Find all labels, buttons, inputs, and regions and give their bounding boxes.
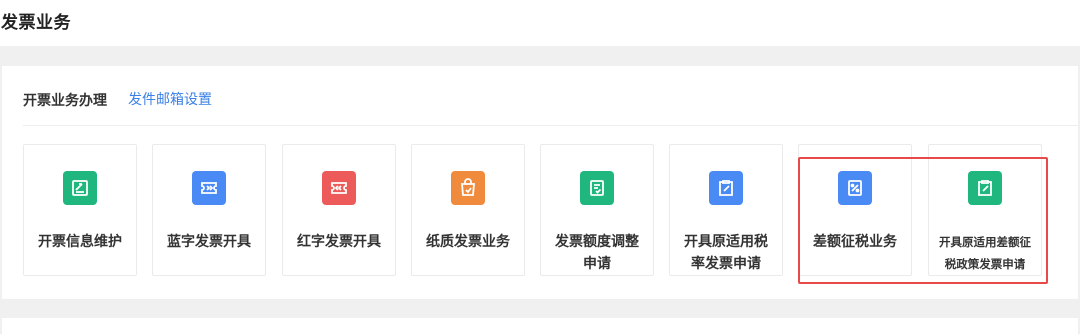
card-label: 开具原适用税 率发票申请 <box>684 234 768 272</box>
card-label: 蓝字发票开具 <box>167 234 251 250</box>
red-ticket-icon <box>322 171 356 205</box>
quota-doc-icon <box>580 171 614 205</box>
section-title: 开票业务办理 <box>23 93 107 109</box>
clipboard-edit-icon <box>709 171 743 205</box>
card-red-invoice[interactable]: 红字发票开具 <box>282 144 396 276</box>
blue-ticket-icon <box>192 171 226 205</box>
card-label: 红字发票开具 <box>297 234 381 250</box>
clipboard-edit-icon <box>968 171 1002 205</box>
card-original-rate-invoice[interactable]: 开具原适用税 率发票申请 <box>669 144 783 276</box>
card-quota-adjustment[interactable]: 发票额度调整 申请 <box>540 144 654 276</box>
card-paper-invoice[interactable]: 纸质发票业务 <box>411 144 525 276</box>
card-label: 开具原适用差额征 税政策发票申请 <box>939 235 1031 271</box>
header-bar: 发票业务 <box>0 0 1080 46</box>
card-label: 开票信息维护 <box>38 234 122 250</box>
percent-doc-icon <box>838 171 872 205</box>
card-blue-invoice[interactable]: 蓝字发票开具 <box>152 144 266 276</box>
edit-doc-icon <box>63 171 97 205</box>
mail-settings-link[interactable]: 发件邮箱设置 <box>128 89 212 109</box>
card-label: 差额征税业务 <box>813 234 897 250</box>
paper-bag-icon <box>451 171 485 205</box>
next-panel <box>2 318 1078 334</box>
page-title: 发票业务 <box>1 13 71 33</box>
card-label: 发票额度调整 申请 <box>555 234 639 272</box>
card-invoice-info-maintenance[interactable]: 开票信息维护 <box>23 144 137 276</box>
divider <box>23 125 1078 126</box>
card-original-differential-invoice[interactable]: 开具原适用差额征 税政策发票申请 <box>928 144 1042 276</box>
card-label: 纸质发票业务 <box>426 234 510 250</box>
invoice-business-panel: 开票业务办理 发件邮箱设置 开票信息维护 蓝字发票开具 红字发票开具 纸质发票业… <box>2 66 1078 299</box>
card-differential-tax[interactable]: 差额征税业务 <box>798 144 912 276</box>
